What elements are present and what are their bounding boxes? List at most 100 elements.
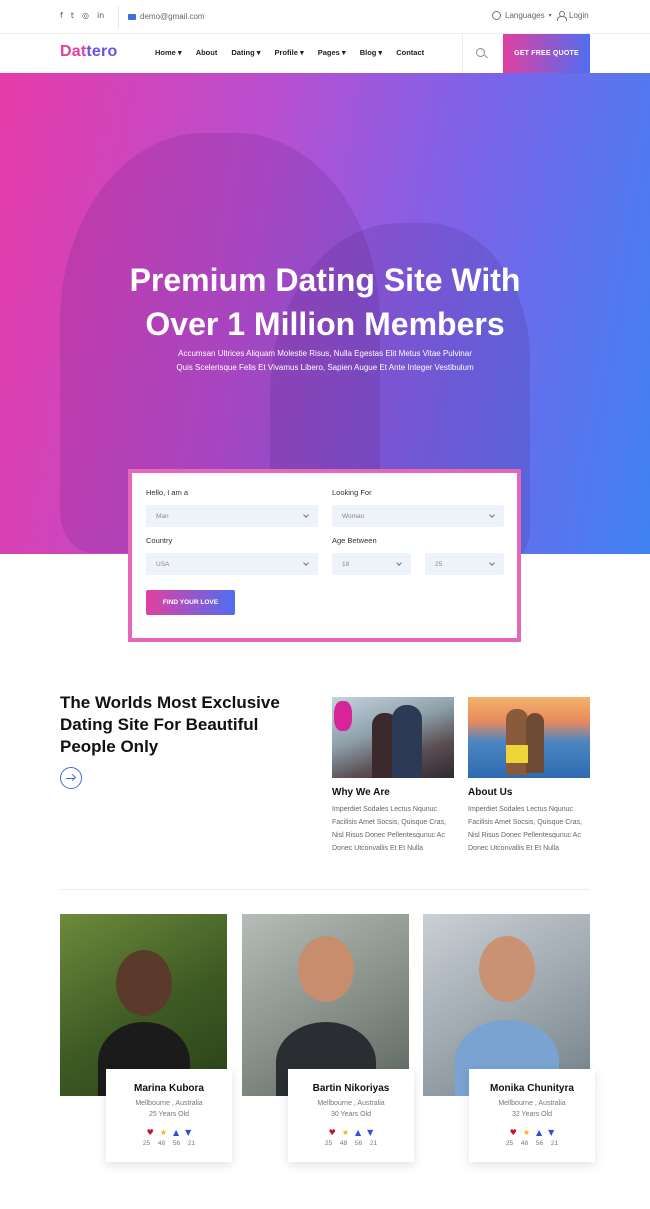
profile-location: Mellbourne , Australia bbox=[498, 1100, 566, 1107]
profile-age: 30 Years Old bbox=[330, 1111, 372, 1118]
i-am-label: Hello, I am a bbox=[146, 488, 189, 497]
age-max-value: 25 bbox=[435, 560, 443, 568]
heart-count: 25 bbox=[142, 1140, 151, 1147]
email-text: demo@gmail.com bbox=[140, 12, 205, 21]
social-links: f t ◎ in bbox=[60, 11, 104, 21]
why-we-are-image bbox=[332, 697, 454, 778]
country-value: USA bbox=[156, 560, 170, 568]
nav-item-dating[interactable]: Dating ▾ bbox=[231, 48, 260, 57]
email-link[interactable]: demo@gmail.com bbox=[128, 12, 205, 21]
facebook-icon[interactable]: f bbox=[60, 11, 63, 21]
country-select[interactable]: USA bbox=[146, 553, 318, 575]
profile-reaction-counts: 25 48 56 21 bbox=[469, 1140, 595, 1147]
profile-reaction-counts: 25 48 56 21 bbox=[288, 1140, 414, 1147]
heart-icon[interactable]: ♥ bbox=[147, 1128, 154, 1138]
heart-count: 25 bbox=[324, 1140, 333, 1147]
hero-subtitle-line: Accumsan Ultrices Aliquam Molestie Risus… bbox=[178, 349, 472, 358]
hero-subtitle-line: Quis Scelerisque Felis Et Vivamus Libero… bbox=[176, 363, 474, 372]
user-icon bbox=[557, 11, 567, 21]
star-count: 48 bbox=[157, 1140, 166, 1147]
get-free-quote-button[interactable]: GET FREE QUOTE bbox=[503, 34, 590, 73]
profile-name[interactable]: Marina Kubora bbox=[106, 1083, 232, 1094]
nav-item-pages[interactable]: Pages ▾ bbox=[318, 48, 346, 57]
age-max-select[interactable]: 25 bbox=[425, 553, 504, 575]
nav-item-about[interactable]: About bbox=[196, 48, 218, 57]
nav-item-contact[interactable]: Contact bbox=[396, 48, 424, 57]
caret-down-icon: ▾ bbox=[548, 13, 552, 19]
dislike-count: 21 bbox=[550, 1140, 559, 1147]
arrow-right-button[interactable] bbox=[60, 767, 82, 789]
age-min-value: 18 bbox=[342, 560, 350, 568]
site-logo[interactable]: Dattero bbox=[60, 43, 117, 61]
nav-item-home[interactable]: Home ▾ bbox=[155, 48, 182, 57]
about-us-title[interactable]: About Us bbox=[468, 787, 512, 798]
looking-for-label: Looking For bbox=[332, 488, 372, 497]
why-we-are-text: Imperdiet Sodales Lectus Nqunuc Facilisi… bbox=[332, 806, 446, 852]
thumbs-down-icon[interactable]: ▼ bbox=[185, 1128, 191, 1138]
globe-icon bbox=[492, 11, 501, 20]
star-count: 48 bbox=[520, 1140, 529, 1147]
heart-icon[interactable]: ♥ bbox=[510, 1128, 517, 1138]
divider bbox=[462, 34, 463, 73]
profile-reactions: ♥ ★ ▲ ▼ bbox=[106, 1128, 232, 1138]
chevron-down-icon bbox=[303, 560, 309, 566]
star-icon[interactable]: ★ bbox=[342, 1128, 349, 1138]
search-icon[interactable] bbox=[476, 48, 485, 57]
country-label: Country bbox=[146, 536, 173, 545]
profile-name[interactable]: Bartin Nikoriyas bbox=[288, 1083, 414, 1094]
chevron-down-icon bbox=[489, 560, 495, 566]
top-bar: f t ◎ in demo@gmail.com Languages ▾ Logi… bbox=[0, 0, 650, 34]
main-navbar: Dattero Home ▾ About Dating ▾ Profile ▾ … bbox=[0, 34, 650, 73]
thumbs-down-icon[interactable]: ▼ bbox=[548, 1128, 554, 1138]
nav-item-blog[interactable]: Blog ▾ bbox=[360, 48, 383, 57]
about-us-text: Imperdiet Sodales Lectus Nqunuc Facilisi… bbox=[468, 806, 582, 852]
like-count: 56 bbox=[354, 1140, 363, 1147]
star-icon[interactable]: ★ bbox=[160, 1128, 167, 1138]
thumbs-down-icon[interactable]: ▼ bbox=[367, 1128, 373, 1138]
search-form: Hello, I am a Man Looking For Woman Coun… bbox=[128, 469, 521, 642]
about-us-image bbox=[468, 697, 590, 778]
profile-age: 32 Years Old bbox=[511, 1111, 553, 1118]
age-min-select[interactable]: 18 bbox=[332, 553, 411, 575]
heart-icon[interactable]: ♥ bbox=[329, 1128, 336, 1138]
like-count: 56 bbox=[535, 1140, 544, 1147]
why-we-are-title[interactable]: Why We Are bbox=[332, 787, 390, 798]
thumbs-up-icon[interactable]: ▲ bbox=[536, 1128, 542, 1138]
twitter-icon[interactable]: t bbox=[71, 11, 74, 21]
divider bbox=[118, 6, 119, 28]
section-divider bbox=[60, 889, 590, 890]
looking-for-value: Woman bbox=[342, 512, 365, 520]
star-count: 48 bbox=[339, 1140, 348, 1147]
profile-card[interactable]: Marina Kubora Mellbourne , Australia 25 … bbox=[106, 1069, 232, 1162]
looking-for-select[interactable]: Woman bbox=[332, 505, 504, 527]
profile-reactions: ♥ ★ ▲ ▼ bbox=[469, 1128, 595, 1138]
profile-location: Mellbourne , Australia bbox=[317, 1100, 385, 1107]
hero-subtitle: Accumsan Ultrices Aliquam Molestie Risus… bbox=[0, 347, 650, 375]
i-am-value: Man bbox=[156, 512, 169, 520]
profile-card[interactable]: Bartin Nikoriyas Mellbourne , Australia … bbox=[288, 1069, 414, 1162]
profile-name[interactable]: Monika Chunityra bbox=[469, 1083, 595, 1094]
thumbs-up-icon[interactable]: ▲ bbox=[173, 1128, 179, 1138]
login-link[interactable]: Login bbox=[557, 11, 589, 21]
profile-card[interactable]: Monika Chunityra Mellbourne , Australia … bbox=[469, 1069, 595, 1162]
instagram-icon[interactable]: ◎ bbox=[82, 11, 89, 21]
find-your-love-button[interactable]: FIND YOUR LOVE bbox=[146, 590, 235, 615]
star-icon[interactable]: ★ bbox=[523, 1128, 530, 1138]
languages-dropdown[interactable]: Languages ▾ bbox=[492, 11, 552, 20]
profile-reactions: ♥ ★ ▲ ▼ bbox=[288, 1128, 414, 1138]
logo-part-2: tero bbox=[86, 43, 118, 60]
dislike-count: 21 bbox=[369, 1140, 378, 1147]
dislike-count: 21 bbox=[187, 1140, 196, 1147]
logo-part-1: Dat bbox=[60, 43, 87, 60]
profile-location: Mellbourne , Australia bbox=[135, 1100, 203, 1107]
languages-label: Languages bbox=[505, 11, 545, 20]
i-am-select[interactable]: Man bbox=[146, 505, 318, 527]
linkedin-icon[interactable]: in bbox=[97, 11, 104, 21]
heart-count: 25 bbox=[505, 1140, 514, 1147]
nav-item-profile[interactable]: Profile ▾ bbox=[275, 48, 304, 57]
nav-menu: Home ▾ About Dating ▾ Profile ▾ Pages ▾ … bbox=[155, 48, 424, 57]
chevron-down-icon bbox=[396, 560, 402, 566]
envelope-icon bbox=[128, 13, 136, 20]
thumbs-up-icon[interactable]: ▲ bbox=[355, 1128, 361, 1138]
like-count: 56 bbox=[172, 1140, 181, 1147]
